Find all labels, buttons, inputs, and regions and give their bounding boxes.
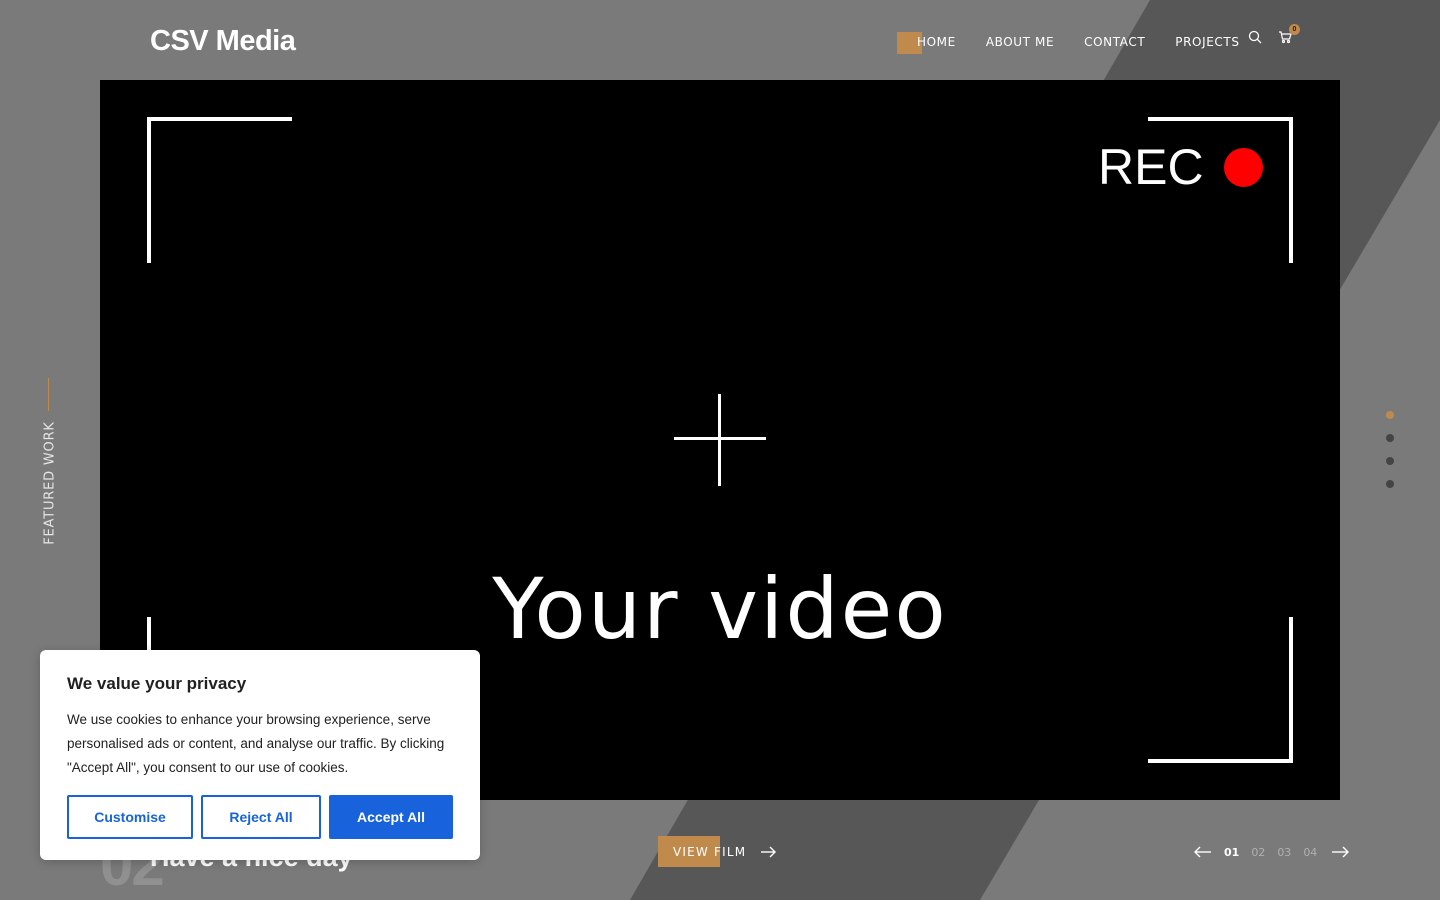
pager-page-03[interactable]: 03 [1277,846,1291,859]
search-icon[interactable] [1248,30,1264,46]
slide-dots [1386,411,1394,503]
view-film-label: VIEW FILM [673,844,747,859]
cookie-banner-title: We value your privacy [67,674,247,693]
site-header: CSV Media HOME ABOUT ME CONTACT PROJECTS… [0,0,1440,80]
header-icons: 0 [1248,24,1300,46]
arrow-right-icon [761,846,777,857]
nav-item-label: ABOUT ME [985,35,1055,49]
slide-dot-3[interactable] [1386,457,1394,465]
pager-page-04[interactable]: 04 [1303,846,1317,859]
arrow-left-icon[interactable] [1194,846,1212,858]
featured-work-label: FEATURED WORK [42,421,58,544]
pager-page-02[interactable]: 02 [1251,846,1265,859]
rec-label: REC [1098,139,1204,195]
arrow-right-icon[interactable] [1331,846,1350,858]
slide-pager: 01 02 03 04 [1194,843,1350,861]
cookie-consent-banner: We value your privacy We use cookies to … [40,650,480,860]
view-film-button[interactable]: VIEW FILM [658,836,777,867]
frame-corner-top-left [147,117,292,263]
nav-item-label: CONTACT [1084,35,1146,49]
cart-icon[interactable]: 0 [1278,24,1300,46]
slide-dot-2[interactable] [1386,434,1394,442]
nav-item-projects[interactable]: PROJECTS [1175,34,1239,50]
side-accent-line [48,378,49,411]
customise-button[interactable]: Customise [67,795,193,839]
slide-dot-1[interactable] [1386,411,1394,419]
featured-work-text: FEATURED WORK [42,421,58,545]
cookie-banner-actions: Customise Reject All Accept All [67,795,453,839]
cart-count-badge: 0 [1289,24,1300,35]
main-nav: HOME ABOUT ME CONTACT PROJECTS [897,32,1270,54]
nav-item-home[interactable]: HOME [897,32,956,54]
nav-item-about-me[interactable]: ABOUT ME [986,34,1054,50]
accept-all-button[interactable]: Accept All [329,795,453,839]
pager-page-01[interactable]: 01 [1224,846,1239,859]
nav-item-label: HOME [917,35,956,49]
video-caption: Your video [492,560,948,658]
cookie-banner-body: We use cookies to enhance your browsing … [67,712,445,775]
nav-item-label: PROJECTS [1175,35,1240,49]
rec-dot-icon [1224,148,1263,187]
reject-all-button[interactable]: Reject All [201,795,321,839]
site-logo[interactable]: CSV Media [150,25,296,58]
slide-dot-4[interactable] [1386,480,1394,488]
crosshair-icon-vertical [718,394,721,486]
nav-item-contact[interactable]: CONTACT [1084,34,1145,50]
